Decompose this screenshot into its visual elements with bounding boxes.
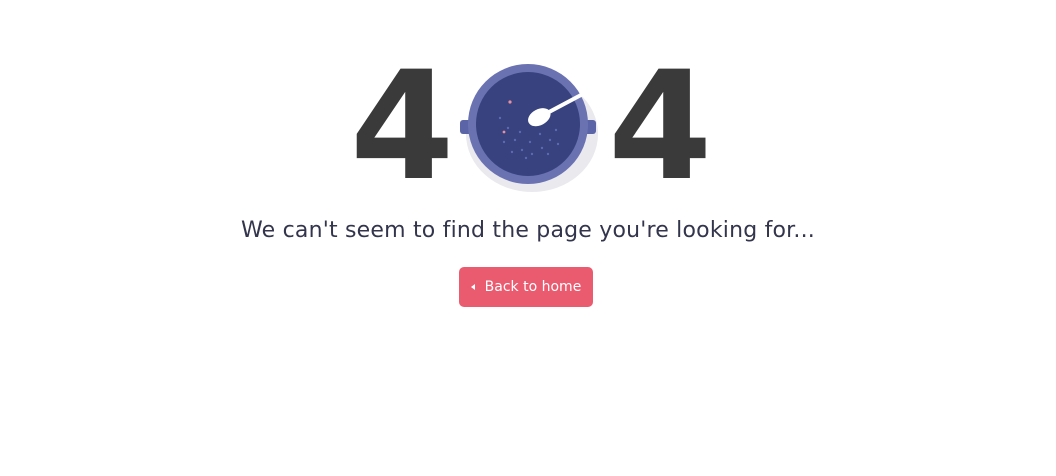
error-message: We can't seem to find the page you're lo… <box>241 218 815 243</box>
not-found-page: 4 4 We can't seem to find the page you'r… <box>0 0 1056 476</box>
back-to-home-label: Back to home <box>484 279 582 295</box>
error-digit-right: 4 <box>608 40 713 214</box>
error-code: 4 4 <box>0 40 1056 214</box>
error-digit-left: 4 <box>350 40 455 214</box>
chevron-left-icon <box>470 284 475 290</box>
soup-bowl-icon <box>460 64 598 192</box>
back-to-home-button[interactable]: Back to home <box>459 267 593 307</box>
